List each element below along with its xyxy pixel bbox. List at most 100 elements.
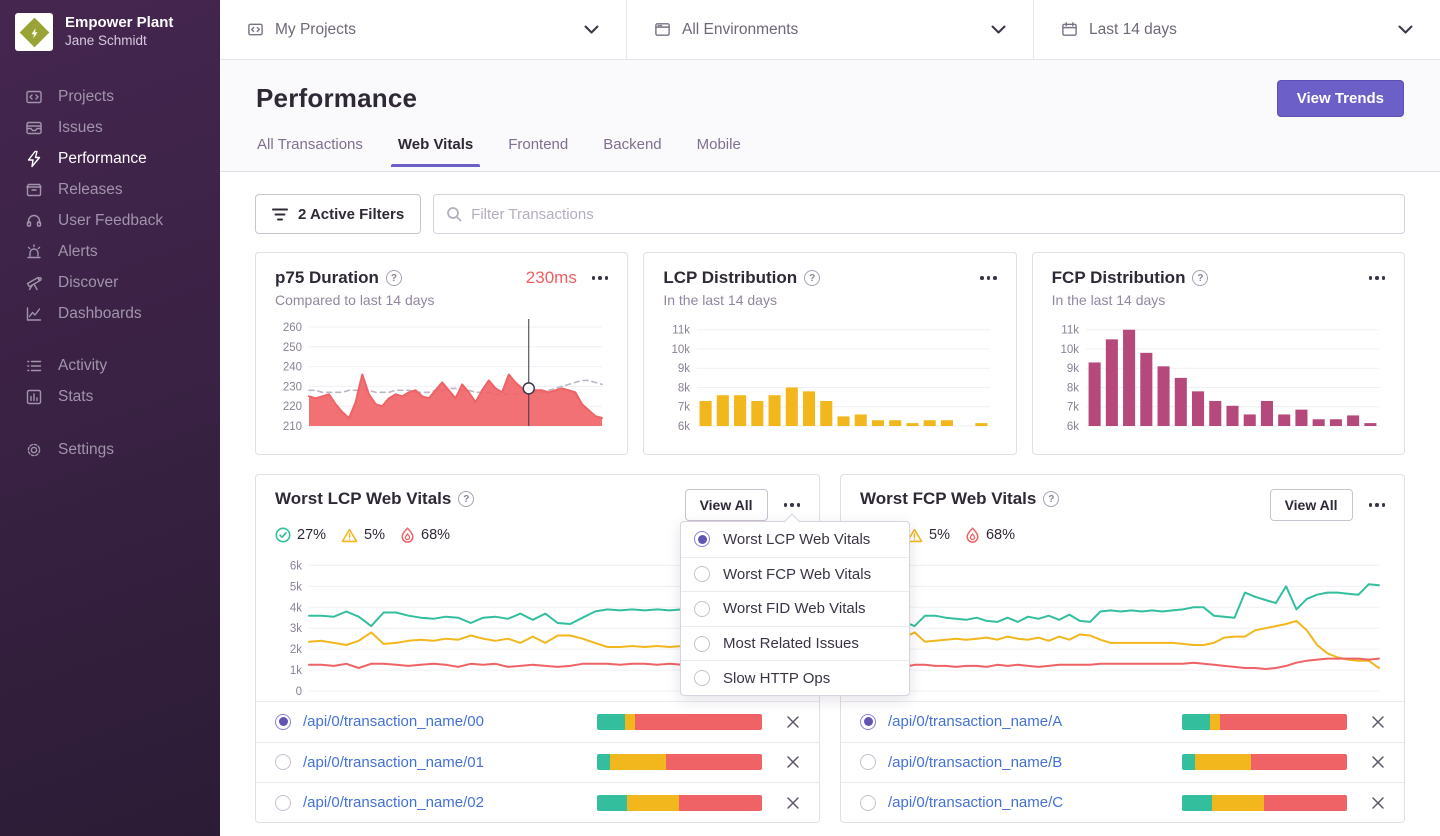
search-input[interactable] bbox=[471, 206, 1392, 223]
poor-badge: 68% bbox=[965, 527, 1015, 543]
tab-frontend[interactable]: Frontend bbox=[507, 132, 569, 166]
tab-mobile[interactable]: Mobile bbox=[696, 132, 742, 166]
p75-duration-card: p75 Duration ? 230ms Compared to last 14… bbox=[255, 252, 628, 455]
project-filter-dropdown[interactable]: My Projects bbox=[220, 0, 626, 59]
org-switcher[interactable]: Empower Plant Jane Schmidt bbox=[0, 0, 220, 51]
svg-text:7k: 7k bbox=[1067, 402, 1079, 414]
close-icon[interactable] bbox=[786, 755, 800, 769]
transaction-link[interactable]: /api/0/transaction_name/C bbox=[888, 794, 1182, 811]
user-name: Jane Schmidt bbox=[65, 33, 173, 50]
p75-value: 230ms bbox=[526, 268, 577, 288]
row-radio[interactable] bbox=[860, 754, 876, 770]
svg-text:4k: 4k bbox=[290, 602, 302, 614]
view-all-button[interactable]: View All bbox=[1270, 489, 1353, 521]
environment-filter-dropdown[interactable]: All Environments bbox=[626, 0, 1033, 59]
svg-text:0: 0 bbox=[296, 686, 302, 698]
page-title: Performance bbox=[256, 83, 417, 114]
warning-icon bbox=[341, 528, 358, 543]
ellipsis-icon[interactable] bbox=[1369, 499, 1386, 511]
sidebar-item-alerts[interactable]: Alerts bbox=[0, 236, 220, 267]
ellipsis-icon[interactable] bbox=[980, 272, 997, 284]
ellipsis-icon[interactable] bbox=[784, 499, 801, 511]
sidebar-item-label: Activity bbox=[58, 357, 107, 375]
date-range-dropdown[interactable]: Last 14 days bbox=[1033, 0, 1440, 59]
question-icon[interactable]: ? bbox=[1043, 491, 1059, 507]
row-radio[interactable] bbox=[275, 714, 291, 730]
sidebar-item-label: Issues bbox=[58, 119, 103, 137]
menu-option-worst-fcp[interactable]: Worst FCP Web Vitals bbox=[681, 557, 909, 592]
transaction-search bbox=[433, 194, 1405, 234]
svg-text:8k: 8k bbox=[678, 382, 690, 394]
app-window: Empower Plant Jane Schmidt Projects Issu… bbox=[0, 0, 1440, 836]
vitals-breakdown-bar bbox=[597, 714, 762, 730]
issues-icon bbox=[25, 119, 43, 137]
org-name: Empower Plant bbox=[65, 14, 173, 33]
active-filters-button[interactable]: 2 Active Filters bbox=[255, 194, 421, 234]
sidebar-item-user-feedback[interactable]: User Feedback bbox=[0, 205, 220, 236]
row-radio[interactable] bbox=[275, 754, 291, 770]
transaction-link[interactable]: /api/0/transaction_name/B bbox=[888, 754, 1182, 771]
menu-option-worst-fid[interactable]: Worst FID Web Vitals bbox=[681, 591, 909, 626]
lcp-distribution-chart: 11k10k9k8k7k6k bbox=[663, 316, 996, 434]
releases-icon bbox=[25, 181, 43, 199]
menu-option-slow-http-ops[interactable]: Slow HTTP Ops bbox=[681, 660, 909, 695]
transaction-link[interactable]: /api/0/transaction_name/A bbox=[888, 713, 1182, 730]
tab-all-transactions[interactable]: All Transactions bbox=[256, 132, 364, 166]
card-title: Worst LCP Web Vitals? bbox=[275, 489, 474, 509]
card-title: p75 Duration bbox=[275, 268, 379, 288]
row-radio[interactable] bbox=[860, 714, 876, 730]
sidebar-item-releases[interactable]: Releases bbox=[0, 174, 220, 205]
view-all-button[interactable]: View All bbox=[685, 489, 768, 521]
table-row: /api/0/transaction_name/02 bbox=[256, 782, 819, 823]
sidebar-item-dashboards[interactable]: Dashboards bbox=[0, 298, 220, 329]
discover-icon bbox=[25, 274, 43, 292]
close-icon[interactable] bbox=[1371, 755, 1385, 769]
close-icon[interactable] bbox=[1371, 796, 1385, 810]
p75-duration-chart: 260250240230220210 bbox=[275, 316, 608, 434]
row-radio[interactable] bbox=[860, 795, 876, 811]
transaction-link[interactable]: /api/0/transaction_name/02 bbox=[303, 794, 597, 811]
tab-backend[interactable]: Backend bbox=[602, 132, 662, 166]
transaction-list: /api/0/transaction_name/00 /api/0/transa… bbox=[256, 701, 819, 823]
sidebar-item-issues[interactable]: Issues bbox=[0, 112, 220, 143]
user-feedback-icon bbox=[25, 212, 43, 230]
transaction-link[interactable]: /api/0/transaction_name/01 bbox=[303, 754, 597, 771]
projects-icon bbox=[25, 88, 43, 106]
sidebar-item-projects[interactable]: Projects bbox=[0, 81, 220, 112]
fcp-distribution-card: FCP Distribution ? In the last 14 days 1… bbox=[1032, 252, 1405, 455]
question-icon[interactable]: ? bbox=[804, 270, 820, 286]
close-icon[interactable] bbox=[786, 796, 800, 810]
tab-web-vitals[interactable]: Web Vitals bbox=[397, 132, 474, 166]
question-icon[interactable]: ? bbox=[458, 491, 474, 507]
menu-option-worst-lcp[interactable]: Worst LCP Web Vitals bbox=[681, 522, 909, 557]
svg-text:11k: 11k bbox=[1061, 325, 1079, 337]
option-radio bbox=[694, 531, 710, 547]
sidebar-item-stats[interactable]: Stats bbox=[0, 381, 220, 412]
sidebar-item-performance[interactable]: Performance bbox=[0, 143, 220, 174]
question-icon[interactable]: ? bbox=[386, 270, 402, 286]
search-icon bbox=[446, 206, 462, 222]
sidebar-item-settings[interactable]: Settings bbox=[0, 434, 220, 465]
view-trends-button[interactable]: View Trends bbox=[1277, 80, 1404, 117]
menu-option-most-related-issues[interactable]: Most Related Issues bbox=[681, 626, 909, 661]
environments-icon bbox=[654, 21, 671, 38]
close-icon[interactable] bbox=[786, 715, 800, 729]
worst-fcp-chart: 6k5k4k3k2k1k0 bbox=[860, 549, 1385, 699]
close-icon[interactable] bbox=[1371, 715, 1385, 729]
table-row: /api/0/transaction_name/00 bbox=[256, 701, 819, 742]
sidebar-item-activity[interactable]: Activity bbox=[0, 350, 220, 381]
vitals-breakdown-bar bbox=[597, 754, 762, 770]
sidebar-item-label: Stats bbox=[58, 388, 93, 406]
sidebar-item-discover[interactable]: Discover bbox=[0, 267, 220, 298]
row-radio[interactable] bbox=[275, 795, 291, 811]
chevron-down-icon bbox=[991, 21, 1006, 39]
ellipsis-icon[interactable] bbox=[1369, 272, 1386, 284]
lcp-distribution-card: LCP Distribution ? In the last 14 days 1… bbox=[643, 252, 1016, 455]
question-icon[interactable]: ? bbox=[1192, 270, 1208, 286]
sidebar-nav: Projects Issues Performance Releases Use… bbox=[0, 81, 220, 465]
svg-text:2k: 2k bbox=[290, 644, 302, 656]
ellipsis-icon[interactable] bbox=[592, 272, 609, 284]
chevron-down-icon bbox=[584, 21, 599, 39]
transaction-link[interactable]: /api/0/transaction_name/00 bbox=[303, 713, 597, 730]
meh-badge: 5% bbox=[906, 527, 950, 543]
